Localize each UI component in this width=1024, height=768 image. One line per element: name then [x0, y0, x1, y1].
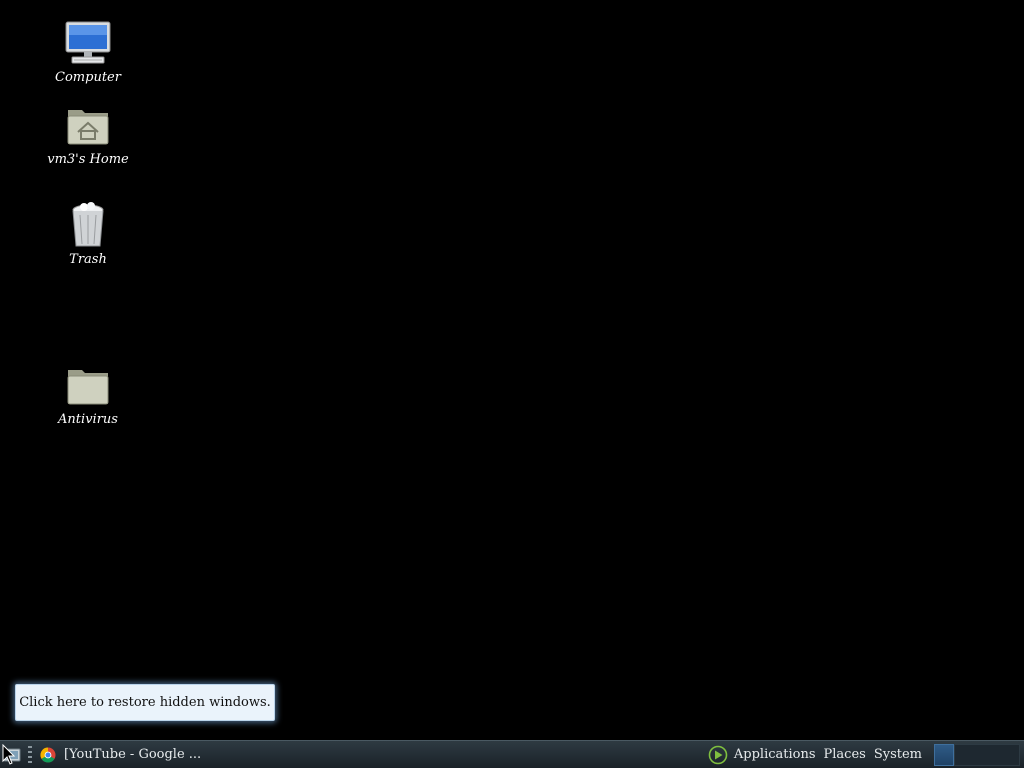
desktop-icon-label: vm3's Home	[47, 152, 129, 167]
taskbar-item-youtube[interactable]: [YouTube - Google ...	[36, 742, 207, 768]
restore-windows-tooltip: Click here to restore hidden windows.	[15, 684, 275, 721]
bottom-panel: [YouTube - Google ... Applications Place…	[0, 740, 1024, 768]
desktop-icon-antivirus[interactable]: Antivirus	[38, 362, 138, 427]
taskbar-item-label: [YouTube - Google ...	[64, 747, 202, 762]
system-menu[interactable]: System	[874, 747, 922, 762]
home-folder-icon	[64, 102, 112, 150]
main-menu-bar: Applications Places System	[708, 742, 930, 768]
workspace-switcher[interactable]	[954, 743, 1020, 766]
desktop-icon-home[interactable]: vm3's Home	[38, 102, 138, 167]
mouse-cursor-icon	[2, 744, 16, 765]
panel-drag-handle[interactable]	[28, 745, 32, 764]
desktop-icon-label: Antivirus	[58, 412, 118, 427]
desktop-icon-label: Computer	[55, 70, 121, 85]
applications-menu[interactable]: Applications	[734, 747, 816, 762]
desktop-icon-computer[interactable]: Computer	[38, 20, 138, 85]
mint-logo-icon	[708, 745, 728, 764]
computer-icon	[64, 20, 112, 68]
trash-icon	[64, 202, 112, 250]
folder-icon	[64, 362, 112, 410]
tooltip-text: Click here to restore hidden windows.	[19, 695, 271, 710]
chrome-icon	[40, 747, 56, 763]
desktop: Computer vm3's Home Trash Antivirus	[0, 0, 1024, 740]
workspace-switcher-active[interactable]	[934, 743, 954, 766]
desktop-icon-label: Trash	[69, 252, 107, 267]
desktop-icon-trash[interactable]: Trash	[38, 202, 138, 267]
places-menu[interactable]: Places	[824, 747, 866, 762]
